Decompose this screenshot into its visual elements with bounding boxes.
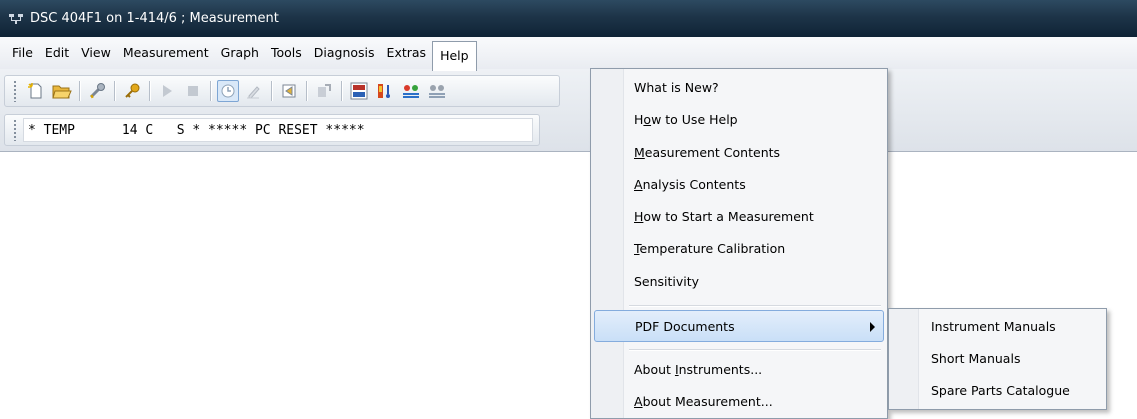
menu-item-label: nalysis Contents <box>642 177 746 192</box>
menu-bar: File Edit View Measurement Graph Tools D… <box>0 37 1137 71</box>
menu-item-label: bout Measurement... <box>642 394 773 409</box>
sensors-color-icon[interactable] <box>400 80 422 102</box>
open-folder-icon[interactable] <box>51 80 73 102</box>
window-title: DSC 404F1 on 1-414/6 ; Measurement <box>30 11 279 26</box>
toolbar-separator <box>210 81 211 101</box>
menu-item-analysis-contents[interactable]: Analysis Contents <box>594 169 884 201</box>
menu-item-mnemonic: H <box>634 209 644 224</box>
status-readout: * TEMP 14 C S * ***** PC RESET ***** <box>23 118 533 142</box>
menu-separator <box>629 305 881 306</box>
stop-icon[interactable] <box>182 80 204 102</box>
network-app-icon <box>8 12 24 26</box>
submenu-arrow-icon <box>870 322 875 332</box>
menu-item-about-measurement[interactable]: About Measurement... <box>594 386 884 418</box>
title-bar: DSC 404F1 on 1-414/6 ; Measurement <box>0 0 1137 37</box>
back-icon[interactable] <box>278 80 300 102</box>
menu-item-mnemonic: M <box>634 145 645 160</box>
submenu-item-spare-parts-catalogue[interactable]: Spare Parts Catalogue <box>892 376 1104 406</box>
menu-item-label: H <box>634 112 644 127</box>
menu-item-how-to-start-measurement[interactable]: How to Start a Measurement <box>594 201 884 233</box>
menu-item-how-to-use-help[interactable]: How to Use Help <box>594 104 884 136</box>
toolbar-separator <box>149 81 150 101</box>
menu-help[interactable]: Help <box>432 41 477 71</box>
menu-graph[interactable]: Graph <box>215 41 265 65</box>
menu-item-label: nstruments... <box>678 362 763 377</box>
main-toolbar <box>4 75 560 107</box>
menu-item-measurement-contents[interactable]: Measurement Contents <box>594 137 884 169</box>
toolbar-area: * TEMP 14 C S * ***** PC RESET ***** <box>0 69 1137 152</box>
menu-edit[interactable]: Edit <box>39 41 75 65</box>
menu-view[interactable]: View <box>75 41 117 65</box>
menu-item-label: About <box>634 362 675 377</box>
menu-file[interactable]: File <box>6 41 39 65</box>
submenu-item-instrument-manuals[interactable]: Instrument Manuals <box>892 312 1104 342</box>
menu-item-mnemonic: A <box>634 177 643 192</box>
menu-item-label: PDF Documents <box>635 319 735 334</box>
menu-extras[interactable]: Extras <box>381 41 433 65</box>
key-icon[interactable] <box>121 80 143 102</box>
pencil-icon[interactable] <box>243 80 265 102</box>
menu-item-temperature-calibration[interactable]: Temperature Calibration <box>594 233 884 265</box>
new-file-icon[interactable] <box>25 80 47 102</box>
toolbar-separator <box>79 81 80 101</box>
sensors-gray-icon[interactable] <box>426 80 448 102</box>
menu-item-label: What is New? <box>634 80 719 95</box>
menu-measurement[interactable]: Measurement <box>117 41 215 65</box>
toolbar-grip[interactable] <box>13 119 17 141</box>
menu-separator <box>629 349 881 350</box>
menu-item-about-instruments[interactable]: About Instruments... <box>594 354 884 386</box>
menu-item-label: ow to Start a Measurement <box>643 209 814 224</box>
menu-item-mnemonic: A <box>634 394 643 409</box>
help-dropdown-menu: What is New? How to Use Help Measurement… <box>590 68 888 419</box>
menu-item-sensitivity[interactable]: Sensitivity <box>594 266 884 298</box>
toolbar-separator <box>114 81 115 101</box>
menu-item-label: easurement Contents <box>644 145 781 160</box>
wrench-icon[interactable] <box>86 80 108 102</box>
play-icon[interactable] <box>156 80 178 102</box>
export-icon[interactable] <box>313 80 335 102</box>
temperature-bar-icon[interactable] <box>374 80 396 102</box>
menu-item-mnemonic: o <box>643 112 652 127</box>
menu-item-label: emperature Calibration <box>639 241 786 256</box>
menu-item-pdf-documents[interactable]: PDF Documents <box>594 310 884 342</box>
menu-diagnosis[interactable]: Diagnosis <box>308 41 381 65</box>
toolbar-separator <box>306 81 307 101</box>
menu-tools[interactable]: Tools <box>265 41 308 65</box>
pdf-documents-submenu: Instrument Manuals Short Manuals Spare P… <box>888 308 1107 410</box>
status-toolbar: * TEMP 14 C S * ***** PC RESET ***** <box>4 114 540 146</box>
menu-item-what-is-new[interactable]: What is New? <box>594 72 884 104</box>
toolbar-separator <box>271 81 272 101</box>
binary-display-icon[interactable] <box>348 80 370 102</box>
toolbar-grip[interactable] <box>13 80 17 102</box>
menu-item-label: Sensitivity <box>634 274 700 289</box>
toolbar-separator <box>341 81 342 101</box>
menu-item-label: w to Use Help <box>651 112 738 127</box>
clock-icon[interactable] <box>217 80 239 102</box>
submenu-item-short-manuals[interactable]: Short Manuals <box>892 344 1104 374</box>
